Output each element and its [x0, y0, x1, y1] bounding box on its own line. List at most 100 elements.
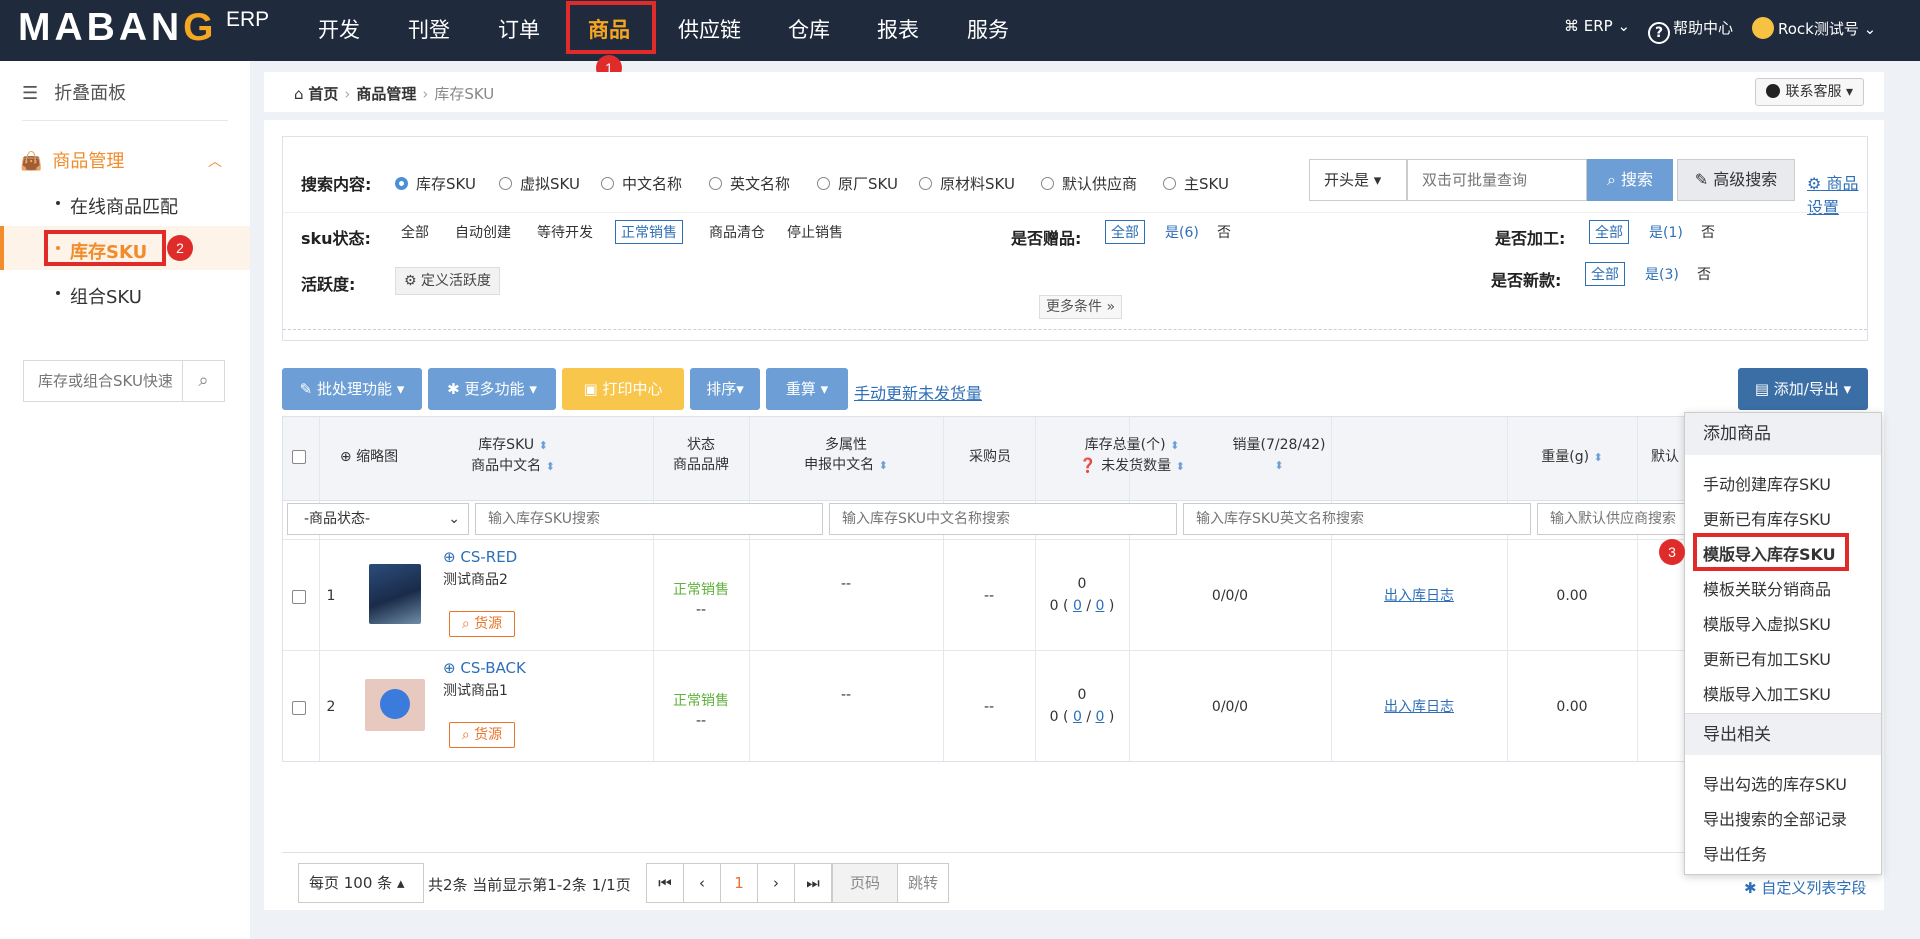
jump-button[interactable]: 跳转 [897, 863, 949, 903]
radio-factory-sku[interactable]: 原厂SKU [817, 173, 898, 194]
stock-detail-c[interactable]: 0 [1096, 598, 1105, 614]
select-all-checkbox[interactable] [292, 450, 306, 464]
menu-item-template-import[interactable]: 模版导入库存SKU [1703, 541, 1836, 565]
sidebar-item-combo-sku[interactable]: 组合SKU [56, 283, 142, 309]
nav-supply-chain[interactable]: 供应链 [678, 14, 741, 44]
advanced-search-button[interactable]: ✎ 高级搜索 [1677, 159, 1795, 201]
print-center-button[interactable]: ▣ 打印中心 [562, 368, 684, 410]
stock-log-link[interactable]: 出入库日志 [1331, 697, 1507, 717]
batch-process-button[interactable]: ✎ 批处理功能 ▾ [282, 368, 422, 410]
supplier-search-input[interactable] [1537, 503, 1687, 535]
update-unshipped-link[interactable]: 手动更新未发货量 [854, 380, 982, 404]
menu-item-export-all[interactable]: 导出搜索的全部记录 [1703, 806, 1847, 830]
gift-no[interactable]: 否 [1217, 222, 1231, 242]
contact-support-button[interactable]: 联系客服 ▾ [1754, 78, 1864, 106]
erp-menu[interactable]: ⌘ ERP ⌄ [1564, 17, 1630, 35]
stock-detail-b[interactable]: 0 [1073, 598, 1082, 614]
menu-item-manual-create[interactable]: 手动创建库存SKU [1703, 471, 1831, 495]
per-page-select[interactable]: 每页 100 条 ▴ [298, 863, 424, 903]
radio-default-supplier[interactable]: 默认供应商 [1041, 173, 1137, 194]
source-button[interactable]: ⌕ 货源 [449, 611, 515, 637]
batch-query-input[interactable] [1407, 159, 1587, 201]
process-yes[interactable]: 是(1) [1649, 222, 1683, 242]
sku-status-stopped[interactable]: 停止销售 [787, 222, 843, 242]
menu-item-update-process[interactable]: 更新已有加工SKU [1703, 646, 1831, 670]
nav-products[interactable]: 商品 [588, 14, 630, 44]
menu-item-template-distribution[interactable]: 模板关联分销商品 [1703, 576, 1831, 600]
sku-status-all[interactable]: 全部 [401, 222, 429, 242]
custom-columns-link[interactable]: ✱ 自定义列表字段 [1744, 877, 1866, 898]
user-menu[interactable]: Rock测试号 ⌄ [1752, 17, 1876, 39]
radio-stock-sku[interactable]: 库存SKU [395, 173, 476, 194]
breadcrumb-product-mgmt[interactable]: 商品管理 [356, 85, 416, 103]
logo[interactable]: MABANG [18, 6, 218, 50]
help-center[interactable]: ? 帮助中心 [1648, 17, 1733, 44]
th-sales[interactable]: 销量(7/28/42) ⬍ [1229, 435, 1329, 476]
collapse-panel[interactable]: ☰ 折叠面板 [22, 79, 126, 105]
nav-warehouse[interactable]: 仓库 [788, 14, 830, 44]
product-thumbnail[interactable] [365, 679, 425, 731]
prev-page-button[interactable]: ‹ [683, 863, 721, 903]
sku-search-input[interactable] [475, 503, 823, 535]
new-no[interactable]: 否 [1697, 264, 1711, 284]
next-page-button[interactable]: › [757, 863, 795, 903]
process-no[interactable]: 否 [1701, 222, 1715, 242]
plus-circle-icon[interactable]: ⊕ [340, 449, 352, 465]
new-yes[interactable]: 是(3) [1645, 264, 1679, 284]
nav-reports[interactable]: 报表 [877, 14, 919, 44]
search-button[interactable]: ⌕ 搜索 [1587, 159, 1673, 201]
nav-service[interactable]: 服务 [967, 14, 1009, 44]
product-status-select[interactable]: -商品状态- ⌄ [287, 503, 469, 535]
last-page-button[interactable]: ⏭ [794, 863, 832, 903]
gift-yes[interactable]: 是(6) [1165, 222, 1199, 242]
chevron-up-icon[interactable]: ︿ [208, 151, 222, 171]
recalculate-button[interactable]: 重算 ▾ [766, 368, 848, 410]
sku-status-clearance[interactable]: 商品清仓 [709, 222, 765, 242]
page-number-input[interactable]: 页码 [832, 863, 898, 903]
more-conditions-button[interactable]: 更多条件 » [1039, 295, 1123, 319]
row-checkbox[interactable] [292, 590, 306, 604]
nav-listing[interactable]: 刊登 [408, 14, 450, 44]
search-icon[interactable]: ⌕ [182, 361, 224, 401]
process-all[interactable]: 全部 [1589, 220, 1629, 244]
radio-material-sku[interactable]: 原材料SKU [919, 173, 1015, 194]
page-current[interactable]: 1 [720, 863, 758, 903]
nav-develop[interactable]: 开发 [318, 14, 360, 44]
menu-item-export-selected[interactable]: 导出勾选的库存SKU [1703, 771, 1847, 795]
sku-status-normal[interactable]: 正常销售 [615, 220, 683, 244]
radio-virtual-sku[interactable]: 虚拟SKU [499, 173, 580, 194]
sku-link[interactable]: ⊕ CS-BACK [443, 659, 526, 677]
menu-item-import-process[interactable]: 模版导入加工SKU [1703, 681, 1831, 705]
stock-log-link[interactable]: 出入库日志 [1331, 586, 1507, 606]
radio-en-name[interactable]: 英文名称 [709, 173, 790, 194]
sort-button[interactable]: 排序▾ [690, 368, 760, 410]
radio-cn-name[interactable]: 中文名称 [601, 173, 682, 194]
stock-detail-c[interactable]: 0 [1096, 709, 1105, 725]
th-weight[interactable]: 重量(g) ⬍ [1517, 447, 1627, 468]
first-page-button[interactable]: ⏮ [646, 863, 684, 903]
add-export-button[interactable]: ▤ 添加/导出 ▾ [1738, 368, 1868, 410]
product-settings-link[interactable]: ⚙ 商品设置 [1807, 170, 1867, 218]
row-checkbox[interactable] [292, 701, 306, 715]
source-button[interactable]: ⌕ 货源 [449, 722, 515, 748]
menu-item-export-tasks[interactable]: 导出任务 [1703, 841, 1767, 865]
match-mode-select[interactable]: 开头是 ▾ [1309, 159, 1407, 201]
radio-main-sku[interactable]: 主SKU [1163, 173, 1229, 194]
en-name-search-input[interactable] [1183, 503, 1531, 535]
sidebar-group-product-management[interactable]: 👜 商品管理 [20, 147, 124, 173]
more-functions-button[interactable]: ✱ 更多功能 ▾ [428, 368, 556, 410]
cn-name-search-input[interactable] [829, 503, 1177, 535]
th-stock[interactable]: 库存总量(个) ⬍ ❓ 未发货数量 ⬍ [1039, 435, 1225, 477]
th-multi[interactable]: 多属性 申报中文名 ⬍ [763, 435, 929, 476]
new-all[interactable]: 全部 [1585, 262, 1625, 286]
sku-status-waiting[interactable]: 等待开发 [537, 222, 593, 242]
breadcrumb-home[interactable]: 首页 [308, 85, 338, 103]
sku-quick-search-input[interactable] [24, 361, 182, 401]
sidebar-item-online-match[interactable]: 在线商品匹配 [56, 193, 178, 219]
gift-all[interactable]: 全部 [1105, 220, 1145, 244]
sku-link[interactable]: ⊕ CS-RED [443, 548, 517, 566]
nav-orders[interactable]: 订单 [498, 14, 540, 44]
menu-item-import-virtual[interactable]: 模版导入虚拟SKU [1703, 611, 1831, 635]
sku-status-auto[interactable]: 自动创建 [455, 222, 511, 242]
menu-item-update-existing[interactable]: 更新已有库存SKU [1703, 506, 1831, 530]
